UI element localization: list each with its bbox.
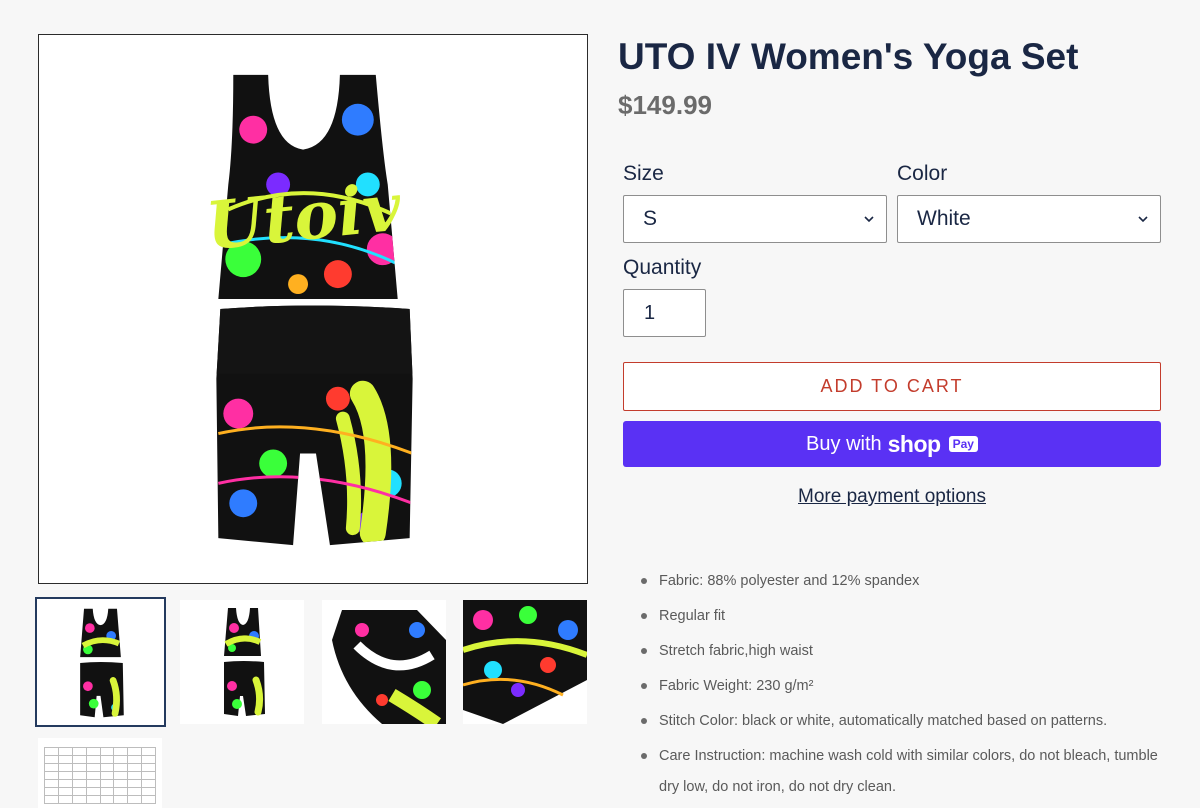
main-product-image[interactable]: Utoiv — [38, 34, 588, 584]
color-select[interactable]: White — [897, 195, 1161, 243]
chevron-down-icon — [1138, 216, 1148, 223]
thumbnail-fabric-closeup-image — [463, 600, 587, 724]
feature-item: Care Instruction: machine wash cold with… — [641, 741, 1171, 803]
color-label: Color — [897, 162, 948, 185]
product-title: UTO IV Women's Yoga Set — [618, 36, 1079, 77]
quantity-input[interactable] — [623, 289, 706, 337]
feature-list: Fabric: 88% polyester and 12% spandex Re… — [641, 566, 1171, 807]
feature-item: Fabric: 88% polyester and 12% spandex — [641, 566, 1171, 597]
feature-item: Regular fit — [641, 601, 1171, 632]
size-select-value: S — [643, 207, 658, 230]
buy-with-label: Buy with — [806, 432, 882, 455]
add-to-cart-button[interactable]: ADD TO CART — [623, 362, 1161, 411]
size-select[interactable]: S — [623, 195, 887, 243]
feature-item: Stitch Color: black or white, automatica… — [641, 706, 1171, 737]
thumbnail-size-chart[interactable] — [38, 738, 162, 808]
yoga-set-illustration: Utoiv — [203, 74, 413, 546]
buy-with-shop-pay-button[interactable]: Buy with shop Pay — [623, 421, 1161, 467]
thumbnail-top-closeup-image — [322, 600, 446, 724]
thumbnail-3[interactable] — [322, 600, 446, 724]
size-label: Size — [623, 162, 664, 185]
pay-badge: Pay — [948, 436, 978, 452]
size-chart-table — [44, 747, 156, 804]
shop-logo-text: shop — [887, 430, 941, 457]
thumbnail-1[interactable] — [35, 597, 166, 727]
feature-item: Fabric Weight: 230 g/m² — [641, 671, 1171, 702]
thumbnail-4[interactable] — [463, 600, 587, 724]
product-price: $149.99 — [618, 90, 712, 120]
thumbnail-2[interactable] — [180, 600, 304, 724]
thumbnail-full-set-image — [80, 608, 124, 718]
quantity-label: Quantity — [623, 256, 702, 279]
chevron-down-icon — [864, 216, 874, 223]
size-chart-heading-mark — [38, 738, 162, 745]
thumbnail-set-side-image — [224, 608, 265, 716]
color-select-value: White — [917, 207, 971, 230]
more-payment-options-link[interactable]: More payment options — [623, 486, 1161, 508]
feature-item: Stretch fabric,high waist — [641, 636, 1171, 667]
